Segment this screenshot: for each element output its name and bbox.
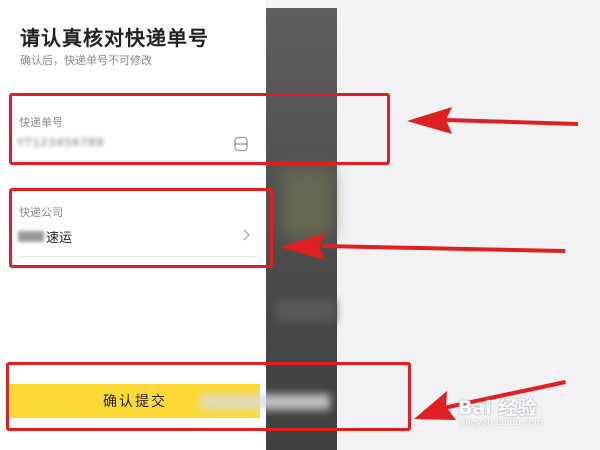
watermark-logo-text: Bai 经验 — [458, 397, 537, 419]
watermark: Bai 经验 jingyan.baidu.com — [458, 393, 578, 433]
screen: 请认真核对快递单号 确认后，快递单号不可修改 快递单号 YT123456789 … — [0, 0, 600, 450]
annotation-arrows — [280, 107, 578, 420]
watermark-url: jingyan.baidu.com — [460, 418, 544, 428]
arrow-to-tracking — [407, 107, 578, 134]
arrow-to-company — [280, 233, 565, 260]
